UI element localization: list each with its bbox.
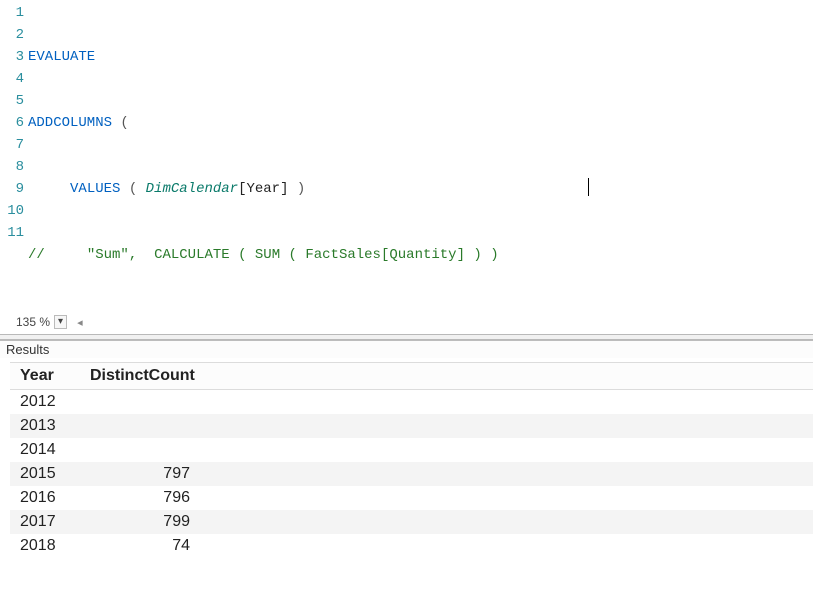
cell-year: 2016 (10, 486, 80, 510)
line-number-gutter: 1 2 3 4 5 6 7 8 9 10 11 (0, 0, 28, 310)
cell-year: 2014 (10, 438, 80, 462)
line-number: 2 (0, 24, 24, 46)
table-row[interactable]: 2017799 (10, 510, 813, 534)
cell-year: 2018 (10, 534, 80, 558)
line-number: 6 (0, 112, 24, 134)
code-area[interactable]: EVALUATE ADDCOLUMNS ( VALUES ( DimCalend… (28, 0, 813, 310)
column-header-distinctcount[interactable]: DistinctCount (80, 363, 220, 390)
cell-year: 2013 (10, 414, 80, 438)
cell-count: 796 (80, 486, 220, 510)
code-line: ADDCOLUMNS ( (28, 112, 813, 134)
line-number: 11 (0, 222, 24, 244)
table-row[interactable]: 201874 (10, 534, 813, 558)
table-row[interactable]: 2012 (10, 390, 813, 415)
code-line: VALUES ( DimCalendar[Year] ) (28, 178, 813, 200)
table-row[interactable]: 2015797 (10, 462, 813, 486)
column-header-year[interactable]: Year (10, 363, 80, 390)
results-grid[interactable]: Year DistinctCount 2012 2013 2014 201579… (10, 362, 813, 558)
code-line: EVALUATE (28, 46, 813, 68)
keyword-values: VALUES (70, 181, 120, 197)
zoom-bar: 135 % ▾ ◂ (0, 310, 813, 334)
keyword-addcolumns: ADDCOLUMNS (28, 115, 112, 131)
line-number: 3 (0, 46, 24, 68)
line-number: 4 (0, 68, 24, 90)
table-header-row: Year DistinctCount (10, 363, 813, 390)
cell-count (80, 438, 220, 462)
table-row[interactable]: 2014 (10, 438, 813, 462)
cell-year: 2012 (10, 390, 80, 415)
table-dimcalendar: DimCalendar (146, 181, 238, 197)
table-row[interactable]: 2016796 (10, 486, 813, 510)
zoom-dropdown-icon[interactable]: ▾ (54, 315, 67, 329)
column-year: [Year] (238, 181, 288, 197)
line-number: 1 (0, 2, 24, 24)
cell-count (80, 414, 220, 438)
zoom-value: 135 % (16, 315, 50, 329)
cell-count: 799 (80, 510, 220, 534)
line-number: 5 (0, 90, 24, 112)
cell-year: 2015 (10, 462, 80, 486)
results-tab[interactable]: Results (0, 340, 813, 358)
text-cursor-icon (588, 178, 589, 196)
cell-count: 797 (80, 462, 220, 486)
line-number: 7 (0, 134, 24, 156)
keyword-evaluate: EVALUATE (28, 49, 95, 65)
line-number: 10 (0, 200, 24, 222)
cell-count (80, 390, 220, 415)
cell-count: 74 (80, 534, 220, 558)
line-number: 9 (0, 178, 24, 200)
cell-year: 2017 (10, 510, 80, 534)
code-line-comment: // "Sum", CALCULATE ( SUM ( FactSales[Qu… (28, 244, 813, 266)
collapse-left-icon[interactable]: ◂ (77, 316, 83, 329)
code-editor[interactable]: 1 2 3 4 5 6 7 8 9 10 11 EVALUATE ADDCOLU… (0, 0, 813, 310)
line-number: 8 (0, 156, 24, 178)
table-row[interactable]: 2013 (10, 414, 813, 438)
